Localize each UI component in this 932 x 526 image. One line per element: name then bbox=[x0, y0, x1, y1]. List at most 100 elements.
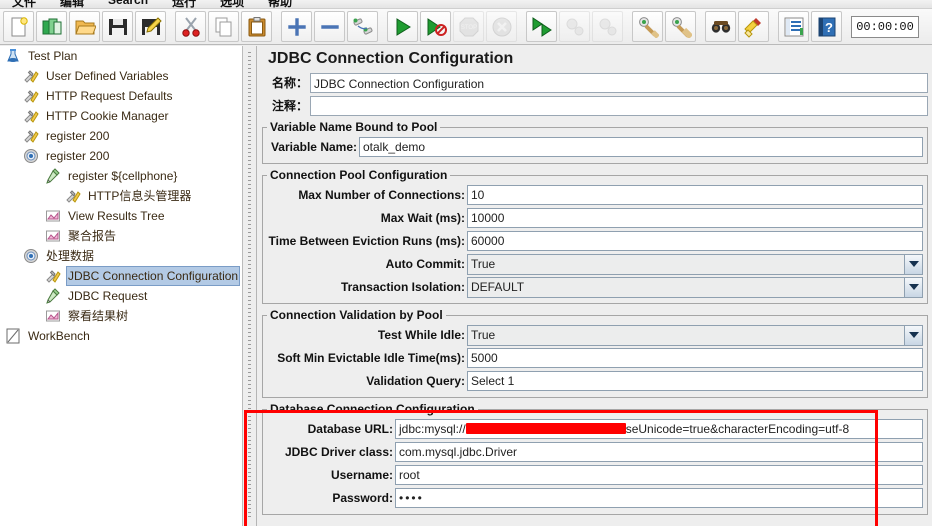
group-legend: Connection Validation by Pool bbox=[270, 308, 443, 322]
test-plan-tree[interactable]: Test Plan User Defined Variables HTTP Requ… bbox=[0, 46, 243, 526]
group-0: Variable Name Bound to Pool Variable Name… bbox=[262, 120, 928, 164]
search-icon[interactable] bbox=[705, 11, 736, 42]
field-combo-value: True bbox=[471, 327, 496, 342]
config-element-icon bbox=[22, 107, 40, 125]
group-3: Database Connection Configuration Databas… bbox=[262, 402, 928, 515]
svg-text:STOP: STOP bbox=[460, 25, 476, 31]
field-input[interactable]: 60000 bbox=[467, 231, 923, 251]
tree-node-9[interactable]: 聚合报告 bbox=[0, 226, 242, 246]
tree-node-10[interactable]: 处理数据 bbox=[0, 246, 242, 266]
tree-node-label: register 200 bbox=[46, 129, 110, 143]
field-combo[interactable]: True bbox=[467, 324, 923, 346]
tree-node-12[interactable]: JDBC Request bbox=[0, 286, 242, 306]
tree-node-6[interactable]: register ${cellphone} bbox=[0, 166, 242, 186]
copy-icon[interactable] bbox=[208, 11, 239, 42]
field-input[interactable]: 10000 bbox=[467, 208, 923, 228]
clear-icon[interactable] bbox=[632, 11, 663, 42]
help-icon[interactable]: ? bbox=[811, 11, 842, 42]
chevron-down-icon[interactable] bbox=[904, 276, 923, 298]
save-icon[interactable] bbox=[102, 11, 133, 42]
menu-item-2[interactable]: Search bbox=[96, 0, 160, 8]
function-helper-icon[interactable] bbox=[778, 11, 809, 42]
field-combo-value: True bbox=[471, 256, 496, 271]
field-label: Max Number of Connections: bbox=[298, 188, 465, 202]
field-input-value: jdbc:mysql:// bbox=[399, 422, 466, 436]
splitter-grip[interactable] bbox=[248, 52, 251, 520]
tree-node-4[interactable]: register 200 bbox=[0, 126, 242, 146]
field-input[interactable]: 10 bbox=[467, 185, 923, 205]
field-label: Username: bbox=[330, 468, 393, 482]
tree-node-8[interactable]: View Results Tree bbox=[0, 206, 242, 226]
test-plan-icon bbox=[4, 47, 22, 65]
tree-node-13[interactable]: 察看结果树 bbox=[0, 306, 242, 326]
tree-node-0[interactable]: Test Plan bbox=[0, 46, 242, 66]
field-row-0-0: Variable Name: otalk_demo bbox=[267, 136, 923, 158]
shutdown-icon bbox=[486, 11, 517, 42]
redaction-bar bbox=[465, 423, 626, 434]
shutdown-remote-all-icon bbox=[592, 11, 623, 42]
sampler-icon bbox=[44, 287, 62, 305]
menu-item-4[interactable]: 选项 bbox=[208, 0, 256, 8]
field-label: Transaction Isolation: bbox=[340, 280, 465, 294]
expand-all-icon[interactable] bbox=[281, 11, 312, 42]
open-icon[interactable] bbox=[69, 11, 100, 42]
toolbar: STOP ? 00:00:00 bbox=[0, 9, 932, 45]
new-icon[interactable] bbox=[3, 11, 34, 42]
name-input[interactable]: JDBC Connection Configuration bbox=[310, 72, 928, 93]
start-remote-all-icon[interactable] bbox=[526, 11, 557, 42]
tree-node-label: 聚合报告 bbox=[68, 229, 117, 243]
tree-node-5[interactable]: register 200 bbox=[0, 146, 242, 166]
cut-icon[interactable] bbox=[175, 11, 206, 42]
field-input[interactable]: com.mysql.jdbc.Driver bbox=[395, 442, 923, 462]
tree-node-7[interactable]: HTTP信息头管理器 bbox=[0, 186, 242, 206]
tree-node-14[interactable]: WorkBench bbox=[0, 326, 242, 346]
group-2: Connection Validation by Pool Test While … bbox=[262, 308, 928, 398]
toggle-icon[interactable] bbox=[347, 11, 378, 42]
field-password[interactable]: •••• bbox=[395, 488, 923, 508]
tree-node-label: HTTP Request Defaults bbox=[46, 89, 173, 103]
field-input[interactable]: Select 1 bbox=[467, 371, 923, 391]
templates-icon[interactable] bbox=[36, 11, 67, 42]
field-label: Password: bbox=[332, 491, 393, 505]
config-element-icon bbox=[22, 127, 40, 145]
tree-node-11[interactable]: JDBC Connection Configuration bbox=[0, 266, 242, 286]
field-combo[interactable]: DEFAULT bbox=[467, 276, 923, 298]
start-icon[interactable] bbox=[387, 11, 418, 42]
toolbar-group-tree bbox=[280, 10, 379, 44]
chevron-down-icon[interactable] bbox=[904, 324, 923, 346]
menu-item-0[interactable]: 文件 bbox=[0, 0, 48, 8]
tree-node-label: register 200 bbox=[46, 149, 110, 163]
chevron-down-icon[interactable] bbox=[904, 253, 923, 275]
field-label: Test While Idle: bbox=[377, 328, 465, 342]
field-input[interactable]: 5000 bbox=[467, 348, 923, 368]
menu-item-1[interactable]: 编辑 bbox=[48, 0, 96, 8]
name-label: 名称： bbox=[272, 76, 309, 90]
clear-all-icon[interactable] bbox=[665, 11, 696, 42]
start-no-pause-icon[interactable] bbox=[420, 11, 451, 42]
menu-item-5[interactable]: 帮助 bbox=[256, 0, 304, 8]
thread-group-icon bbox=[22, 247, 40, 265]
field-combo[interactable]: True bbox=[467, 253, 923, 275]
field-input[interactable]: jdbc:mysql:// seUnicode=true&characterEnc… bbox=[395, 419, 923, 439]
paste-icon[interactable] bbox=[241, 11, 272, 42]
pane-splitter[interactable] bbox=[243, 46, 257, 526]
reset-search-icon[interactable] bbox=[738, 11, 769, 42]
field-row-2-1: Soft Min Evictable Idle Time(ms): 5000 bbox=[267, 347, 923, 369]
tree-node-label: WorkBench bbox=[28, 329, 90, 343]
menu-item-3[interactable]: 运行 bbox=[160, 0, 208, 8]
tree-node-label: 处理数据 bbox=[46, 249, 95, 263]
save-as-icon[interactable] bbox=[135, 11, 166, 42]
field-input[interactable]: otalk_demo bbox=[359, 137, 923, 157]
collapse-all-icon[interactable] bbox=[314, 11, 345, 42]
comment-input[interactable] bbox=[310, 95, 928, 116]
listener-icon bbox=[44, 227, 62, 245]
tree-node-1[interactable]: User Defined Variables bbox=[0, 66, 242, 86]
field-label: Soft Min Evictable Idle Time(ms): bbox=[277, 351, 465, 365]
menu-items: 文件 编辑 Search 运行 选项 帮助 bbox=[0, 0, 304, 8]
toolbar-group-search bbox=[704, 10, 770, 44]
group-legend: Variable Name Bound to Pool bbox=[270, 120, 438, 134]
tree-node-3[interactable]: HTTP Cookie Manager bbox=[0, 106, 242, 126]
field-input[interactable]: root bbox=[395, 465, 923, 485]
tree-node-2[interactable]: HTTP Request Defaults bbox=[0, 86, 242, 106]
sampler-icon bbox=[44, 167, 62, 185]
